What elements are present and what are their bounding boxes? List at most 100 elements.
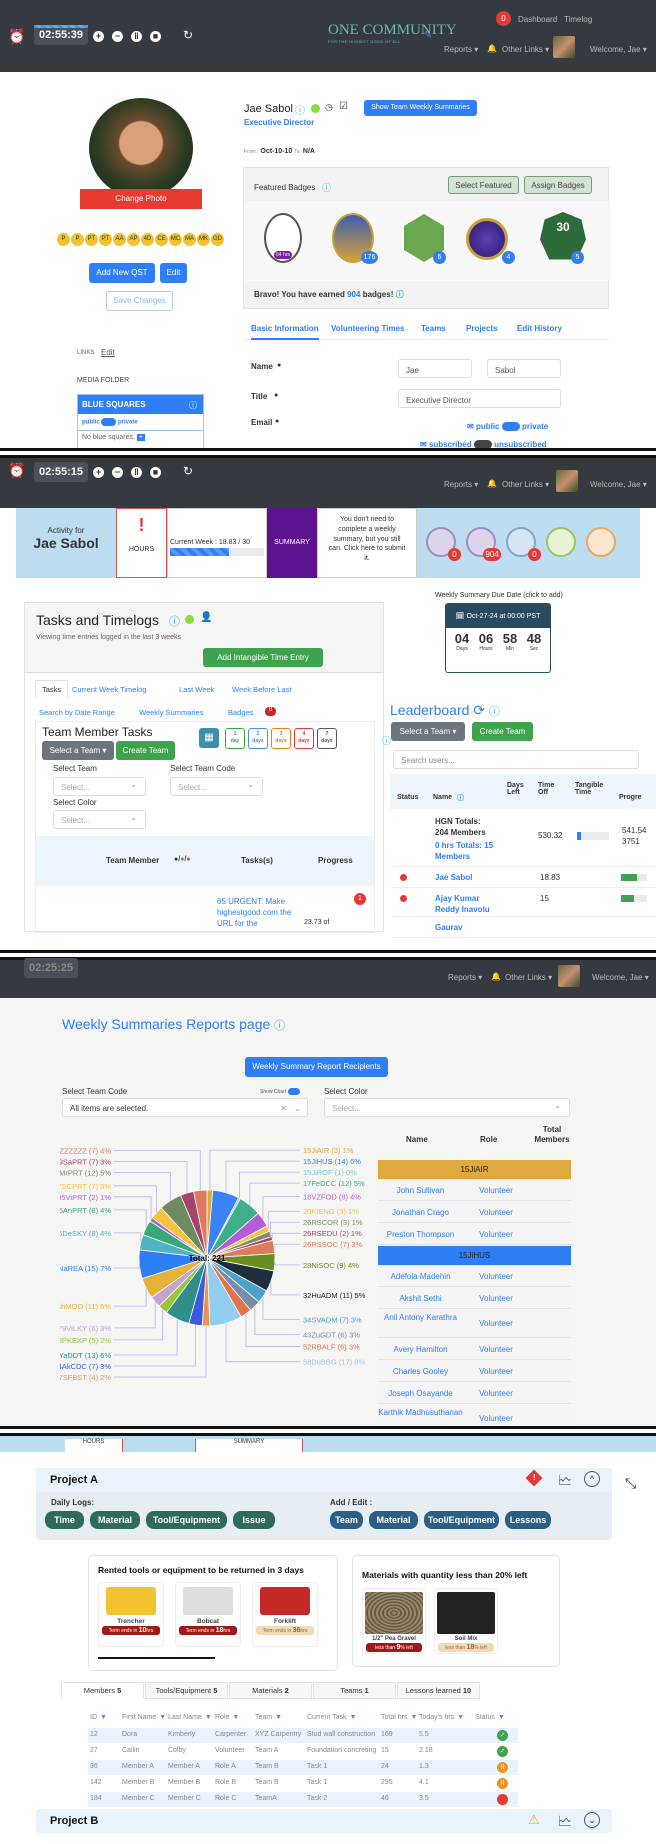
subtract-time-icon[interactable]: − <box>112 467 123 478</box>
qst-tag[interactable]: MC <box>169 233 182 246</box>
day-filter-3[interactable]: 3 days <box>271 728 291 749</box>
daily-log-material-button[interactable]: Material <box>90 1511 140 1529</box>
daily-log-time-button[interactable]: Time <box>45 1511 84 1529</box>
select-a-team-button[interactable]: Select a Team ▾ <box>42 741 114 760</box>
col-total-hrs[interactable]: Total hrs ▼ <box>381 1714 417 1721</box>
tab-volunteering-times[interactable]: Volunteering Times <box>331 324 405 333</box>
add-edit-material-button[interactable]: Material <box>369 1511 418 1529</box>
tab-materials[interactable]: Materials 2 <box>229 1682 312 1699</box>
day-filter-7[interactable]: 7 days <box>317 728 337 749</box>
col-last-name[interactable]: Last Name ▼ <box>168 1714 212 1721</box>
color-select[interactable]: Select... <box>324 1098 570 1117</box>
filter-icon[interactable]: ▼ <box>205 1714 212 1721</box>
status-paused-icon[interactable]: II <box>497 1762 508 1773</box>
rented-item[interactable]: Trencher Term ends in 10hrs <box>98 1582 164 1647</box>
qst-tag[interactable]: P <box>57 233 70 246</box>
add-time-icon[interactable]: + <box>93 31 104 42</box>
rented-item[interactable]: Forklift Term ends in 36hrs <box>252 1582 318 1647</box>
filter-icon[interactable]: ▼ <box>498 1714 505 1721</box>
tab-week-before-last[interactable]: Week Before Last <box>232 685 291 694</box>
welcome-menu[interactable]: Welcome, Jae ▾ <box>592 973 649 982</box>
day-filter-1[interactable]: 1 day <box>225 728 245 749</box>
first-name-input[interactable]: Jae <box>398 359 472 378</box>
qst-tag[interactable]: AP <box>127 233 140 246</box>
notification-count[interactable]: 0 <box>496 11 511 26</box>
badge-idea-icon[interactable] <box>586 527 616 557</box>
tab-teams[interactable]: Teams <box>421 324 446 333</box>
alarm-clock-icon[interactable]: ⏰ <box>8 462 25 479</box>
stop-icon[interactable]: ■ <box>150 467 161 478</box>
search-users-input[interactable]: Search users... <box>393 750 639 769</box>
task-link[interactable]: 65 URGENT: Make highestgood.com the URL … <box>217 896 299 930</box>
tab-search-by-date-range[interactable]: Search by Date Range <box>39 708 115 717</box>
pause-icon[interactable]: ‖ <box>131 31 142 42</box>
last-name-input[interactable]: Sabol <box>487 359 561 378</box>
member-name-link[interactable]: Ajay Kumar Reddy Inavolu <box>435 893 495 915</box>
alert-diamond-icon[interactable]: ! <box>525 1469 543 1487</box>
filter-icon[interactable]: ▼ <box>457 1714 464 1721</box>
select-color-dropdown[interactable]: Select... <box>53 810 146 829</box>
day-filter-4[interactable]: 4 days <box>294 728 314 749</box>
member-name-link[interactable]: Adefola Madehin <box>378 1272 463 1282</box>
info-icon[interactable]: ● <box>274 392 278 399</box>
change-photo-button[interactable]: Change Photo <box>80 189 202 209</box>
info-icon[interactable]: ⓘ <box>489 706 500 718</box>
chevron-down-icon[interactable]: ⌄ <box>294 1104 301 1113</box>
timer-display[interactable]: 02:25:25 <box>24 958 79 978</box>
qst-tag[interactable]: GD <box>211 233 224 246</box>
col-today-s-hrs[interactable]: Today's hrs ▼ <box>419 1714 464 1721</box>
email-visibility-toggle[interactable] <box>501 422 520 432</box>
checkbox-icon[interactable]: ☑ <box>339 101 348 112</box>
bell-icon[interactable]: 🔔 <box>487 44 497 53</box>
project-a-header[interactable]: Project A ! 🗠 ^ <box>36 1468 612 1492</box>
member-name-link[interactable]: Jonathan Crago <box>378 1208 463 1218</box>
member-row[interactable]: 36 Member A Member A Role A Team B Task 1 24 1.… <box>88 1760 518 1775</box>
qst-tag[interactable]: PT <box>85 233 98 246</box>
user-icon[interactable]: 👤 <box>200 612 212 623</box>
visibility-toggle[interactable] <box>101 418 117 426</box>
tab-edit-history[interactable]: Edit History <box>517 324 562 333</box>
add-new-qst-button[interactable]: Add New QST <box>89 263 155 283</box>
qst-tag[interactable]: MA <box>183 233 196 246</box>
tab-tasks[interactable]: Tasks <box>35 680 69 698</box>
tab-badges[interactable]: Badges <box>228 708 253 717</box>
member-name-link[interactable]: Gaurav <box>435 922 495 933</box>
info-icon[interactable]: ⓘ <box>274 1020 285 1032</box>
pause-icon[interactable]: ‖ <box>131 467 142 478</box>
other-links-menu[interactable]: Other Links ▾ <box>502 45 549 54</box>
bell-icon[interactable]: 🔔 <box>487 479 497 488</box>
timelog-link[interactable]: Timelog <box>564 15 592 24</box>
tab-current-week-timelog[interactable]: Current Week Timelog <box>72 685 146 694</box>
filter-icon[interactable]: ▼ <box>100 1714 107 1721</box>
reports-menu[interactable]: Reports ▾ <box>444 45 478 54</box>
info-icon[interactable]: ● <box>277 362 281 369</box>
tab-weekly-summaries[interactable]: Weekly Summaries <box>139 708 203 717</box>
member-row[interactable]: 142 Member B Member B Role B Team B Task 1 295… <box>88 1776 518 1791</box>
tab-lessons-learned[interactable]: Lessons learned 10 <box>397 1682 480 1699</box>
member-row[interactable]: 184 Member C Member C Role C TeamA Task 2 46 3.… <box>88 1792 518 1807</box>
hours-alert[interactable]: ! HOURS <box>116 508 167 578</box>
edit-icon[interactable]: ✎ <box>424 30 432 41</box>
badge-search-icon[interactable] <box>546 527 576 557</box>
add-edit-lessons-button[interactable]: Lessons <box>505 1511 551 1529</box>
add-blue-square-icon[interactable]: + <box>136 434 145 441</box>
report-icon[interactable]: 🗠 <box>558 1811 572 1835</box>
member-name-link[interactable]: Preston Thompson <box>378 1230 463 1240</box>
rented-item[interactable]: Bobcat Term ends in 18hrs <box>175 1582 241 1647</box>
info-icon[interactable]: ⓘ <box>322 181 331 194</box>
zero-hrs-totals-link[interactable]: 0 hrs Totals: 15 Members <box>435 840 495 862</box>
clear-icon[interactable]: ✕ <box>280 1104 287 1113</box>
filter-icon[interactable]: ▼ <box>159 1714 166 1721</box>
create-team-button[interactable]: Create Team <box>116 741 175 760</box>
team-group-header[interactable]: 15JiHUS <box>378 1246 571 1266</box>
member-name-link[interactable]: John Sullivan <box>378 1186 463 1196</box>
badge-personal-hours[interactable]: 64 hrs <box>264 213 302 263</box>
member-row[interactable]: 27 Cailin Colby Volunteer Team A Foundation c… <box>88 1744 518 1759</box>
tab-teams[interactable]: Teams 1 <box>313 1682 396 1699</box>
daily-log-tool-equipment-button[interactable]: Tool/Equipment <box>146 1511 227 1529</box>
other-links-menu[interactable]: Other Links ▾ <box>505 973 552 982</box>
warning-icon[interactable]: ⚠ <box>528 1812 540 1828</box>
info-icon[interactable]: ⓘ <box>396 290 404 299</box>
save-changes-button[interactable]: Save Changes <box>106 291 173 311</box>
status-stopped-icon[interactable] <box>497 1794 508 1805</box>
